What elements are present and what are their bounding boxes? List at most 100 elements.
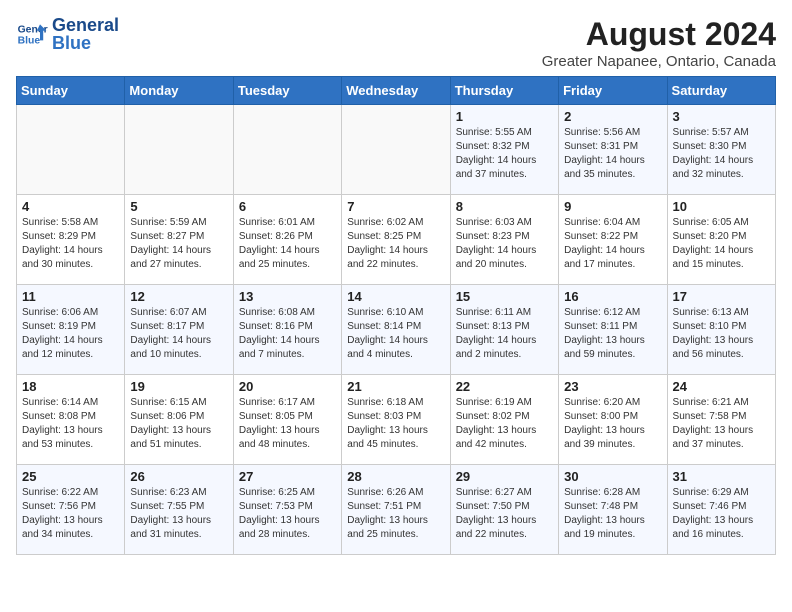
main-title: August 2024 (542, 16, 776, 53)
day-number: 14 (347, 289, 444, 304)
day-number: 1 (456, 109, 553, 124)
day-header-monday: Monday (125, 77, 233, 105)
week-row-1: 1 Sunrise: 5:55 AM Sunset: 8:32 PM Daylig… (17, 105, 776, 195)
day-number: 11 (22, 289, 119, 304)
day-number: 8 (456, 199, 553, 214)
calendar-cell: 22Sunrise: 6:19 AM Sunset: 8:02 PM Dayli… (450, 375, 558, 465)
day-number: 20 (239, 379, 336, 394)
calendar-cell: 17 Sunrise: 6:13 AM Sunset: 8:10 PM Dayli… (667, 285, 775, 375)
calendar-cell (125, 105, 233, 195)
day-number: 18 (22, 379, 119, 394)
day-info: Sunrise: 6:23 AM Sunset: 7:55 PM Dayligh… (130, 486, 227, 542)
day-header-friday: Friday (559, 77, 667, 105)
day-info: Sunrise: 5:59 AM Sunset: 8:27 PM Dayligh… (130, 216, 227, 272)
calendar-cell: 31 Sunrise: 6:29 AM Sunset: 7:46 PM Dayli… (667, 465, 775, 555)
day-info: Sunrise: 6:11 AM Sunset: 8:13 PM Dayligh… (456, 306, 553, 362)
calendar-cell: 27Sunrise: 6:25 AM Sunset: 7:53 PM Dayli… (233, 465, 341, 555)
day-info: Sunrise: 6:19 AM Sunset: 8:02 PM Dayligh… (456, 396, 553, 452)
calendar-cell: 25Sunrise: 6:22 AM Sunset: 7:56 PM Dayli… (17, 465, 125, 555)
day-info: Sunrise: 6:22 AM Sunset: 7:56 PM Dayligh… (22, 486, 119, 542)
day-number: 23 (564, 379, 661, 394)
header: General Blue General Blue August 2024 Gr… (16, 16, 776, 70)
day-number: 26 (130, 469, 227, 484)
day-info: Sunrise: 6:17 AM Sunset: 8:05 PM Dayligh… (239, 396, 336, 452)
calendar-cell: 23 Sunrise: 6:20 AM Sunset: 8:00 PM Dayli… (559, 375, 667, 465)
calendar-cell: 12 Sunrise: 6:07 AM Sunset: 8:17 PM Dayli… (125, 285, 233, 375)
week-row-4: 18 Sunrise: 6:14 AM Sunset: 8:08 PM Dayli… (17, 375, 776, 465)
day-info: Sunrise: 6:05 AM Sunset: 8:20 PM Dayligh… (673, 216, 770, 272)
day-info: Sunrise: 6:29 AM Sunset: 7:46 PM Dayligh… (673, 486, 770, 542)
calendar-cell: 16Sunrise: 6:12 AM Sunset: 8:11 PM Dayli… (559, 285, 667, 375)
calendar-cell: 24 Sunrise: 6:21 AM Sunset: 7:58 PM Dayli… (667, 375, 775, 465)
day-number: 5 (130, 199, 227, 214)
day-number: 27 (239, 469, 336, 484)
day-info: Sunrise: 6:01 AM Sunset: 8:26 PM Dayligh… (239, 216, 336, 272)
calendar-cell: 11Sunrise: 6:06 AM Sunset: 8:19 PM Dayli… (17, 285, 125, 375)
day-info: Sunrise: 6:12 AM Sunset: 8:11 PM Dayligh… (564, 306, 661, 362)
calendar-cell: 5 Sunrise: 5:59 AM Sunset: 8:27 PM Daylig… (125, 195, 233, 285)
day-info: Sunrise: 6:10 AM Sunset: 8:14 PM Dayligh… (347, 306, 444, 362)
calendar-cell: 19 Sunrise: 6:15 AM Sunset: 8:06 PM Dayli… (125, 375, 233, 465)
day-info: Sunrise: 6:13 AM Sunset: 8:10 PM Dayligh… (673, 306, 770, 362)
title-area: August 2024 Greater Napanee, Ontario, Ca… (542, 16, 776, 70)
svg-text:Blue: Blue (18, 36, 41, 47)
day-number: 9 (564, 199, 661, 214)
day-info: Sunrise: 6:18 AM Sunset: 8:03 PM Dayligh… (347, 396, 444, 452)
calendar-cell: 20 Sunrise: 6:17 AM Sunset: 8:05 PM Dayli… (233, 375, 341, 465)
day-number: 3 (673, 109, 770, 124)
calendar-cell: 2Sunrise: 5:56 AM Sunset: 8:31 PM Daylig… (559, 105, 667, 195)
calendar-cell: 18 Sunrise: 6:14 AM Sunset: 8:08 PM Dayli… (17, 375, 125, 465)
day-header-thursday: Thursday (450, 77, 558, 105)
calendar-cell: 7Sunrise: 6:02 AM Sunset: 8:25 PM Daylig… (342, 195, 450, 285)
week-row-3: 11Sunrise: 6:06 AM Sunset: 8:19 PM Dayli… (17, 285, 776, 375)
day-info: Sunrise: 5:58 AM Sunset: 8:29 PM Dayligh… (22, 216, 119, 272)
day-number: 12 (130, 289, 227, 304)
calendar-cell: 4 Sunrise: 5:58 AM Sunset: 8:29 PM Daylig… (17, 195, 125, 285)
day-number: 15 (456, 289, 553, 304)
calendar-cell: 29 Sunrise: 6:27 AM Sunset: 7:50 PM Dayli… (450, 465, 558, 555)
day-info: Sunrise: 6:20 AM Sunset: 8:00 PM Dayligh… (564, 396, 661, 452)
day-number: 31 (673, 469, 770, 484)
week-row-5: 25Sunrise: 6:22 AM Sunset: 7:56 PM Dayli… (17, 465, 776, 555)
logo: General Blue General Blue (16, 16, 119, 52)
day-info: Sunrise: 5:55 AM Sunset: 8:32 PM Dayligh… (456, 126, 553, 182)
day-info: Sunrise: 6:07 AM Sunset: 8:17 PM Dayligh… (130, 306, 227, 362)
day-number: 7 (347, 199, 444, 214)
day-info: Sunrise: 6:15 AM Sunset: 8:06 PM Dayligh… (130, 396, 227, 452)
day-number: 28 (347, 469, 444, 484)
day-info: Sunrise: 6:14 AM Sunset: 8:08 PM Dayligh… (22, 396, 119, 452)
day-number: 4 (22, 199, 119, 214)
day-number: 30 (564, 469, 661, 484)
day-header-tuesday: Tuesday (233, 77, 341, 105)
calendar-cell: 3 Sunrise: 5:57 AM Sunset: 8:30 PM Daylig… (667, 105, 775, 195)
week-row-2: 4 Sunrise: 5:58 AM Sunset: 8:29 PM Daylig… (17, 195, 776, 285)
day-number: 10 (673, 199, 770, 214)
calendar-cell: 26 Sunrise: 6:23 AM Sunset: 7:55 PM Dayli… (125, 465, 233, 555)
calendar-cell: 1 Sunrise: 5:55 AM Sunset: 8:32 PM Daylig… (450, 105, 558, 195)
calendar-cell: 8Sunrise: 6:03 AM Sunset: 8:23 PM Daylig… (450, 195, 558, 285)
day-info: Sunrise: 6:21 AM Sunset: 7:58 PM Dayligh… (673, 396, 770, 452)
calendar-cell: 13Sunrise: 6:08 AM Sunset: 8:16 PM Dayli… (233, 285, 341, 375)
day-info: Sunrise: 5:57 AM Sunset: 8:30 PM Dayligh… (673, 126, 770, 182)
day-info: Sunrise: 6:28 AM Sunset: 7:48 PM Dayligh… (564, 486, 661, 542)
calendar-table: SundayMondayTuesdayWednesdayThursdayFrid… (16, 76, 776, 555)
calendar-cell: 10 Sunrise: 6:05 AM Sunset: 8:20 PM Dayli… (667, 195, 775, 285)
day-number: 6 (239, 199, 336, 214)
calendar-cell (233, 105, 341, 195)
day-header-wednesday: Wednesday (342, 77, 450, 105)
day-info: Sunrise: 5:56 AM Sunset: 8:31 PM Dayligh… (564, 126, 661, 182)
calendar-cell: 21 Sunrise: 6:18 AM Sunset: 8:03 PM Dayli… (342, 375, 450, 465)
day-info: Sunrise: 6:26 AM Sunset: 7:51 PM Dayligh… (347, 486, 444, 542)
calendar-cell: 30 Sunrise: 6:28 AM Sunset: 7:48 PM Dayli… (559, 465, 667, 555)
day-info: Sunrise: 6:08 AM Sunset: 8:16 PM Dayligh… (239, 306, 336, 362)
subtitle: Greater Napanee, Ontario, Canada (542, 53, 776, 70)
day-info: Sunrise: 6:04 AM Sunset: 8:22 PM Dayligh… (564, 216, 661, 272)
day-number: 19 (130, 379, 227, 394)
day-number: 29 (456, 469, 553, 484)
calendar-cell: 14 Sunrise: 6:10 AM Sunset: 8:14 PM Dayli… (342, 285, 450, 375)
day-number: 24 (673, 379, 770, 394)
day-number: 17 (673, 289, 770, 304)
day-header-sunday: Sunday (17, 77, 125, 105)
day-info: Sunrise: 6:27 AM Sunset: 7:50 PM Dayligh… (456, 486, 553, 542)
day-number: 21 (347, 379, 444, 394)
